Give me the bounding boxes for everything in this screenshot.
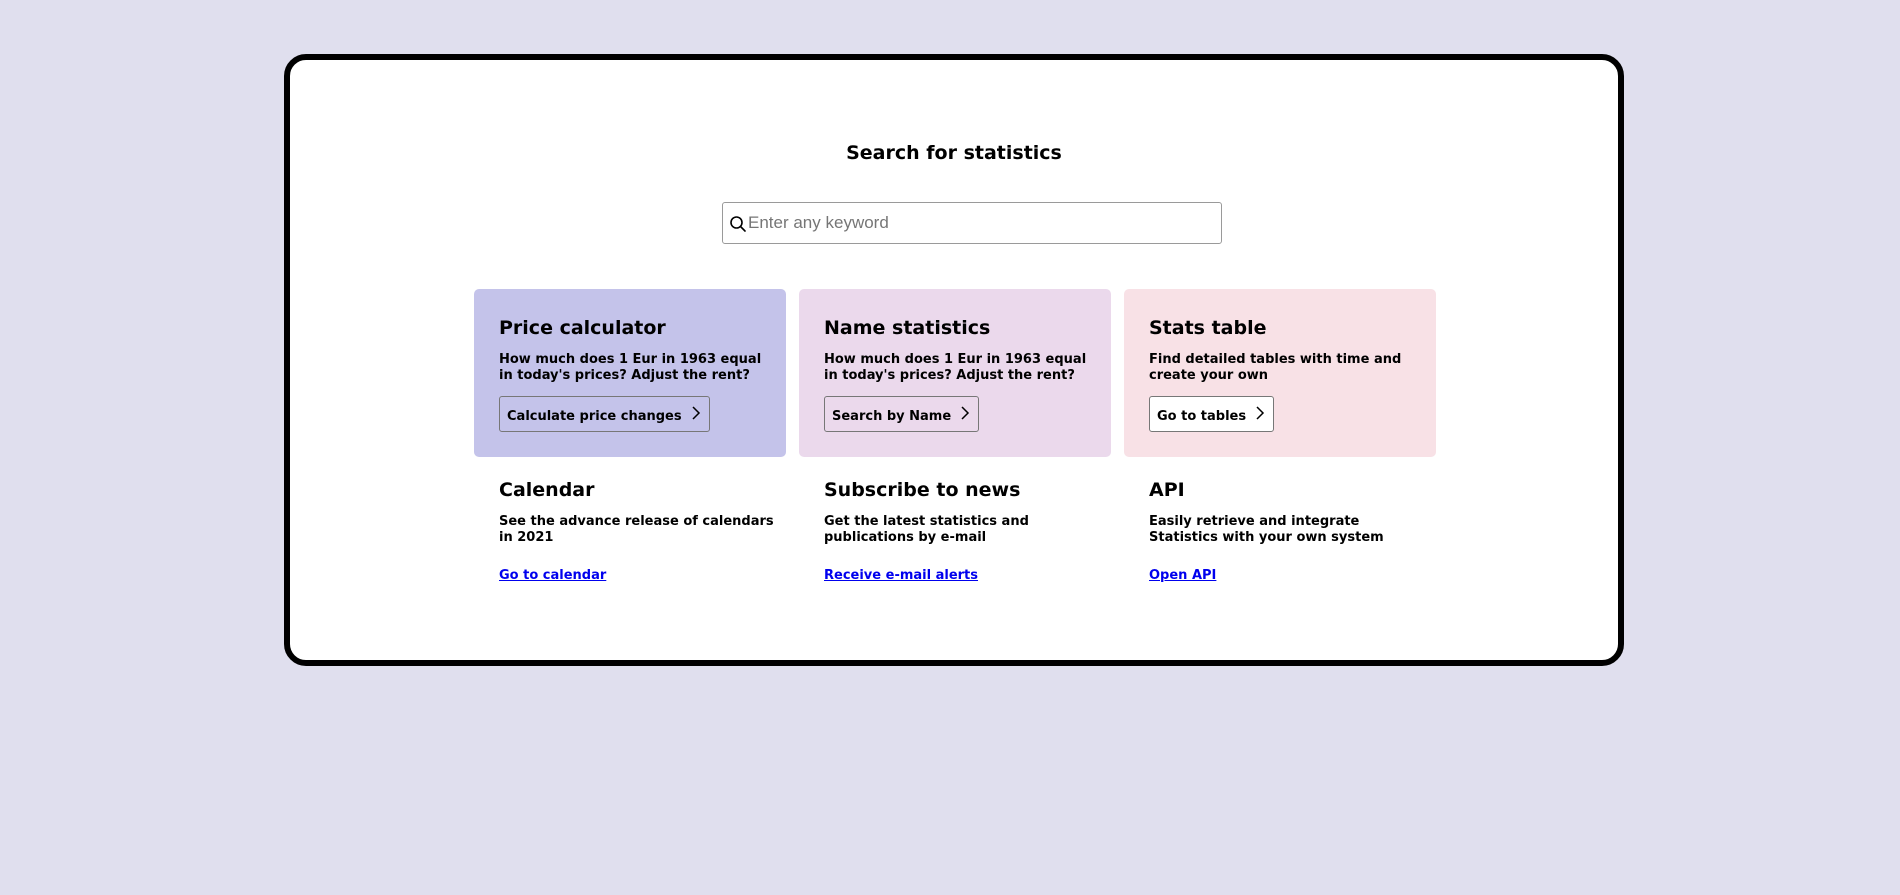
subscribe-section: Subscribe to news Get the latest statist… (824, 478, 1104, 583)
card-price-calculator: Price calculator How much does 1 Eur in … (474, 289, 786, 457)
chevron-right-icon (961, 406, 970, 420)
search-icon (730, 216, 746, 232)
receive-email-alerts-link[interactable]: Receive e-mail alerts (824, 568, 978, 583)
section-description: See the advance release of calendars in … (499, 514, 774, 545)
go-to-tables-button[interactable]: Go to tables (1149, 396, 1275, 432)
chevron-right-icon (692, 406, 700, 420)
page-title: Search for statistics (846, 142, 1062, 164)
card-title: Stats table (1149, 317, 1267, 339)
api-section: API Easily retrieve and integrate Statis… (1149, 478, 1429, 583)
button-label: Go to tables (1157, 408, 1247, 424)
section-title: API (1149, 479, 1185, 501)
card-description: Find detailed tables with time and creat… (1149, 352, 1402, 383)
main-panel: Search for statistics Price calculator H… (284, 54, 1624, 666)
search-input[interactable] (748, 205, 1208, 241)
card-name-statistics: Name statistics How much does 1 Eur in 1… (799, 289, 1111, 457)
card-description: How much does 1 Eur in 1963 equal in tod… (824, 352, 1087, 383)
card-title: Name statistics (824, 317, 991, 339)
open-api-link[interactable]: Open API (1149, 568, 1216, 583)
section-description: Get the latest statistics and publicatio… (824, 514, 1029, 545)
button-label: Search by Name (832, 408, 952, 424)
calculate-price-changes-button[interactable]: Calculate price changes (499, 396, 710, 432)
section-title: Calendar (499, 479, 595, 501)
search-by-name-button[interactable]: Search by Name (824, 396, 980, 432)
card-title: Price calculator (499, 317, 666, 339)
button-label: Calculate price changes (507, 408, 682, 424)
go-to-calendar-link[interactable]: Go to calendar (499, 568, 606, 583)
search-box[interactable] (722, 202, 1222, 244)
card-stats-table: Stats table Find detailed tables with ti… (1124, 289, 1436, 457)
card-description: How much does 1 Eur in 1963 equal in tod… (499, 352, 762, 383)
section-description: Easily retrieve and integrate Statistics… (1149, 514, 1384, 545)
chevron-right-icon (1256, 406, 1265, 420)
calendar-section: Calendar See the advance release of cale… (499, 478, 779, 583)
section-title: Subscribe to news (824, 479, 1021, 501)
